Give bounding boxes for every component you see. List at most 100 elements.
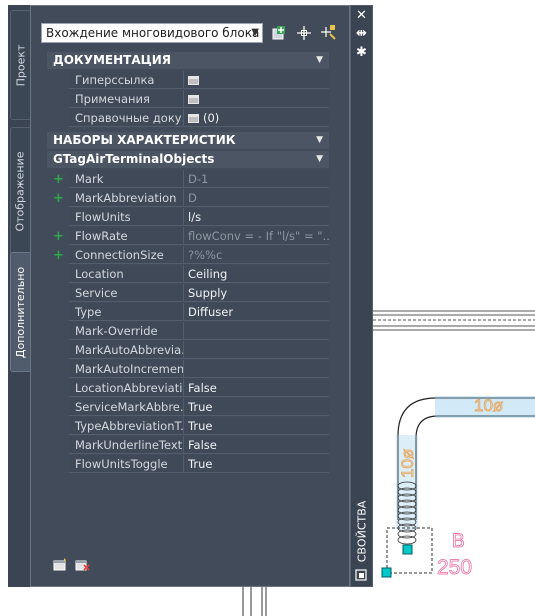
prop-value[interactable]: False <box>184 379 329 397</box>
prop-row-notes[interactable]: Примечания <box>47 90 329 109</box>
prop-name: Mark-Override <box>69 322 184 340</box>
prop-name: MarkUnderlineText... <box>69 436 184 454</box>
chevron-down-icon: ▼ <box>251 27 259 38</box>
prop-name: TypeAbbreviationT... <box>69 417 184 435</box>
tag-letter: B <box>452 531 465 552</box>
tab-extended-data[interactable]: Дополнительно <box>10 252 30 372</box>
prop-value: D-1 <box>184 170 329 188</box>
wall-hatch <box>373 310 535 331</box>
prop-value: ?%%c <box>184 246 329 264</box>
section-documentation[interactable]: ДОКУМЕНТАЦИЯ ▼ <box>47 52 329 69</box>
pick-point-icon[interactable] <box>295 24 313 42</box>
object-type-dropdown[interactable]: Вхождение многовидового блока ▼ <box>41 23 263 43</box>
prop-value: D <box>184 189 329 207</box>
properties-palette: Проект Отображение Дополнительно Вхожден… <box>8 5 373 587</box>
remove-property-set-icon[interactable] <box>75 558 90 571</box>
palette-titlebar[interactable]: ✕ ⇹ ✱ СВОЙСТВА <box>350 5 373 587</box>
plus-icon <box>53 401 63 414</box>
plus-icon <box>53 211 63 224</box>
prop-name: LocationAbbreviati... <box>69 379 184 397</box>
duct-label-vertical: 10ø <box>398 449 417 478</box>
table-icon <box>188 95 199 104</box>
prop-name: Service <box>69 284 184 302</box>
tab-project[interactable]: Проект <box>10 10 30 120</box>
plus-icon: + <box>53 172 64 187</box>
chevron-down-icon: ▼ <box>316 55 323 65</box>
prop-row[interactable]: MarkAutoIncremen... <box>47 360 329 379</box>
palette-icon[interactable] <box>355 569 367 581</box>
palette-title: СВОЙСТВА <box>355 500 369 562</box>
plus-icon <box>53 363 63 376</box>
prop-value[interactable] <box>184 341 329 359</box>
prop-row[interactable]: MarkUnderlineText... False <box>47 436 329 455</box>
prop-value: flowConv = - If "l/s" = "... <box>184 227 329 245</box>
prop-row[interactable]: MarkAutoAbbrevia... <box>47 341 329 360</box>
prop-row[interactable]: Type Diffuser <box>47 303 329 322</box>
prop-value[interactable]: Ceiling <box>184 265 329 283</box>
prop-row[interactable]: TypeAbbreviationT... True <box>47 417 329 436</box>
plus-icon: + <box>53 191 64 206</box>
tab-display[interactable]: Отображение <box>10 127 30 255</box>
prop-name: FlowRate <box>69 227 184 245</box>
prop-row[interactable]: Location Ceiling <box>47 265 329 284</box>
plus-icon <box>53 268 63 281</box>
duct-label-horizontal: 10ø <box>474 396 503 415</box>
plus-icon: + <box>53 248 64 263</box>
quick-select-icon[interactable] <box>319 24 337 42</box>
prop-row[interactable]: FlowUnitsToggle True <box>47 455 329 474</box>
prop-value[interactable]: False <box>184 436 329 454</box>
prop-value[interactable]: True <box>184 398 329 416</box>
table-icon <box>188 114 199 123</box>
prop-row-hyperlink[interactable]: Гиперссылка <box>47 71 329 90</box>
prop-value[interactable]: True <box>184 417 329 435</box>
grip[interactable] <box>402 544 413 555</box>
side-tabs: Проект Отображение Дополнительно <box>8 5 30 587</box>
prop-row[interactable]: + ConnectionSize ?%%c <box>47 246 329 265</box>
prop-name: Type <box>69 303 184 321</box>
autohide-icon[interactable]: ⇹ <box>354 27 369 41</box>
prop-row[interactable]: + MarkAbbreviation D <box>47 189 329 208</box>
prop-row-reference-docs[interactable]: Справочные доку... (0) <box>47 109 329 128</box>
prop-row[interactable]: Service Supply <box>47 284 329 303</box>
prop-row[interactable]: ServiceMarkAbbre... True <box>47 398 329 417</box>
plus-icon <box>53 458 63 471</box>
plus-icon <box>53 382 63 395</box>
add-to-selection-icon[interactable] <box>271 24 289 42</box>
prop-name: Mark <box>69 170 184 188</box>
grip[interactable] <box>381 567 392 578</box>
prop-name: FlowUnits <box>69 208 184 226</box>
prop-value[interactable] <box>184 322 329 340</box>
prop-row[interactable]: + FlowRate flowConv = - If "l/s" = "... <box>47 227 329 246</box>
property-set-header[interactable]: GTagAirTerminalObjects ▼ <box>47 151 329 168</box>
prop-value[interactable]: Supply <box>184 284 329 302</box>
prop-value[interactable]: l/s <box>184 208 329 226</box>
prop-row[interactable]: FlowUnits l/s <box>47 208 329 227</box>
settings-icon[interactable]: ✱ <box>354 46 369 60</box>
prop-value[interactable] <box>184 360 329 378</box>
close-icon[interactable]: ✕ <box>354 9 369 23</box>
chevron-down-icon: ▼ <box>316 135 323 145</box>
plus-icon <box>53 420 63 433</box>
new-property-set-icon[interactable] <box>53 558 68 571</box>
prop-value[interactable]: True <box>184 455 329 473</box>
prop-value[interactable]: Diffuser <box>184 303 329 321</box>
plus-icon <box>53 306 63 319</box>
table-icon <box>188 76 199 85</box>
plus-icon <box>53 439 63 452</box>
prop-name: Location <box>69 265 184 283</box>
prop-row[interactable]: LocationAbbreviati... False <box>47 379 329 398</box>
prop-row[interactable]: + Mark D-1 <box>47 170 329 189</box>
section-property-sets[interactable]: НАБОРЫ ХАРАКТЕРИСТИК ▼ <box>47 132 329 149</box>
prop-name: MarkAutoIncremen... <box>69 360 184 378</box>
chevron-down-icon: ▼ <box>316 154 323 164</box>
prop-row[interactable]: Mark-Override <box>47 322 329 341</box>
prop-name: ConnectionSize <box>69 246 184 264</box>
plus-icon <box>53 344 63 357</box>
prop-name: MarkAutoAbbrevia... <box>69 341 184 359</box>
riser-lines <box>242 587 267 616</box>
properties-panel: Вхождение многовидового блока ▼ ДОКУМЕНТ… <box>30 5 350 587</box>
prop-name: ServiceMarkAbbre... <box>69 398 184 416</box>
selected-object-type: Вхождение многовидового блока <box>46 26 260 40</box>
plus-icon <box>53 287 63 300</box>
prop-name: FlowUnitsToggle <box>69 455 184 473</box>
